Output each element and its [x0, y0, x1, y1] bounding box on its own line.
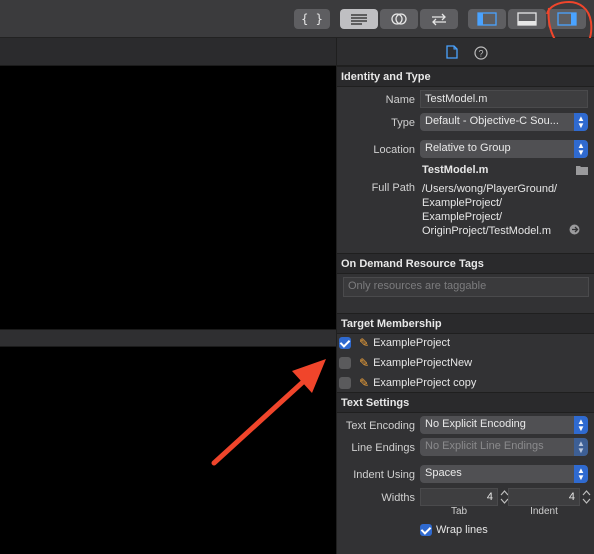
text-encoding-popup[interactable]: No Explicit Encoding ▲ ▼ [420, 416, 588, 434]
swap-arrows-icon [432, 13, 446, 26]
indent-stepper-icon[interactable] [582, 488, 591, 506]
tab-caption: Tab [450, 506, 468, 517]
resource-tags-field[interactable]: Only resources are taggable [343, 277, 589, 297]
folder-icon[interactable] [576, 165, 588, 175]
full-path-line: ExampleProject/ [422, 197, 503, 209]
target-name: ExampleProject copy [373, 377, 477, 389]
wrap-lines-row[interactable]: Wrap lines [420, 524, 488, 536]
target-name: ExampleProject [373, 337, 451, 349]
type-label: Type [391, 117, 415, 129]
file-inspector: ? Identity and Type Name TestModel.m Typ… [336, 38, 594, 554]
target-row[interactable]: ✎ ExampleProjectNew [339, 356, 472, 370]
type-value: Default - Objective-C Sou... [425, 115, 559, 127]
debug-area-toggle-icon [517, 12, 537, 26]
chevron-updown-icon: ▲ ▼ [574, 465, 588, 483]
target-row[interactable]: ✎ ExampleProject copy [339, 376, 476, 390]
location-label: Location [373, 144, 415, 156]
chevron-updown-icon: ▲ ▼ [574, 113, 588, 131]
indent-width-field[interactable]: 4 [508, 488, 580, 506]
chevron-updown-icon: ▲ ▼ [574, 416, 588, 434]
version-editor-button[interactable] [420, 9, 458, 29]
target-checkbox[interactable] [339, 377, 351, 389]
indent-using-label: Indent Using [353, 469, 415, 481]
full-path: /Users/wong/PlayerGround/ ExampleProject… [422, 182, 557, 238]
app-target-icon: ✎ [359, 336, 370, 350]
toolbar: { } [0, 0, 594, 52]
indent-caption: Indent [530, 506, 558, 517]
indent-using-popup[interactable]: Spaces ▲ ▼ [420, 465, 588, 483]
full-path-line: OriginProject/TestModel.m [422, 225, 551, 237]
widths-label: Widths [381, 492, 415, 504]
text-encoding-label: Text Encoding [345, 420, 415, 432]
lines-icon [351, 14, 367, 25]
inspector-tab-bar: ? [337, 38, 594, 66]
file-name: TestModel.m [422, 164, 489, 176]
assistant-editor-button[interactable] [380, 9, 418, 29]
indent-width-value: 4 [568, 491, 575, 503]
full-path-line: /Users/wong/PlayerGround/ [422, 183, 558, 195]
tab-width-field[interactable]: 4 [420, 488, 498, 506]
chevron-updown-icon: ▲ ▼ [574, 140, 588, 158]
reveal-arrow-icon[interactable] [569, 224, 580, 235]
target-checkbox[interactable] [339, 337, 351, 349]
quick-help-icon[interactable]: ? [474, 46, 488, 60]
name-field[interactable]: TestModel.m [420, 90, 588, 108]
target-row[interactable]: ✎ ExampleProject [339, 336, 450, 350]
location-popup[interactable]: Relative to Group ▲ ▼ [420, 140, 588, 158]
annotation-arrow-icon [211, 359, 326, 466]
identity-header: Identity and Type [337, 66, 594, 87]
target-membership-header: Target Membership [337, 313, 594, 334]
svg-text:?: ? [478, 49, 483, 59]
type-popup[interactable]: Default - Objective-C Sou... ▲ ▼ [420, 113, 588, 131]
full-path-label: Full Path [371, 182, 415, 194]
indent-using-value: Spaces [425, 467, 462, 479]
venn-icon [391, 13, 407, 25]
navigator-toggle-button[interactable] [468, 9, 506, 29]
wrap-lines-checkbox[interactable] [420, 524, 432, 536]
target-checkbox[interactable] [339, 357, 351, 369]
braces-icon: { } [301, 12, 323, 26]
wrap-lines-label: Wrap lines [436, 524, 488, 536]
line-endings-value: No Explicit Line Endings [425, 440, 544, 452]
app-target-icon: ✎ [359, 356, 370, 370]
braces-button[interactable]: { } [294, 9, 330, 29]
location-value: Relative to Group [425, 142, 511, 154]
jump-bar[interactable] [0, 38, 336, 66]
app-target-icon: ✎ [359, 376, 370, 390]
name-label: Name [385, 94, 415, 106]
navigator-toggle-icon [477, 12, 497, 26]
chevron-updown-icon: ▲ ▼ [574, 438, 588, 456]
line-endings-label: Line Endings [351, 442, 415, 454]
file-inspector-icon[interactable] [446, 45, 458, 59]
on-demand-header: On Demand Resource Tags [337, 253, 594, 274]
text-settings-header: Text Settings [337, 392, 594, 413]
target-name: ExampleProjectNew [373, 357, 473, 369]
editor-area[interactable] [0, 38, 336, 554]
full-path-line: ExampleProject/ [422, 211, 503, 223]
standard-editor-button[interactable] [340, 9, 378, 29]
text-encoding-value: No Explicit Encoding [425, 418, 526, 430]
tab-width-value: 4 [486, 491, 493, 503]
line-endings-popup[interactable]: No Explicit Line Endings ▲ ▼ [420, 438, 588, 456]
